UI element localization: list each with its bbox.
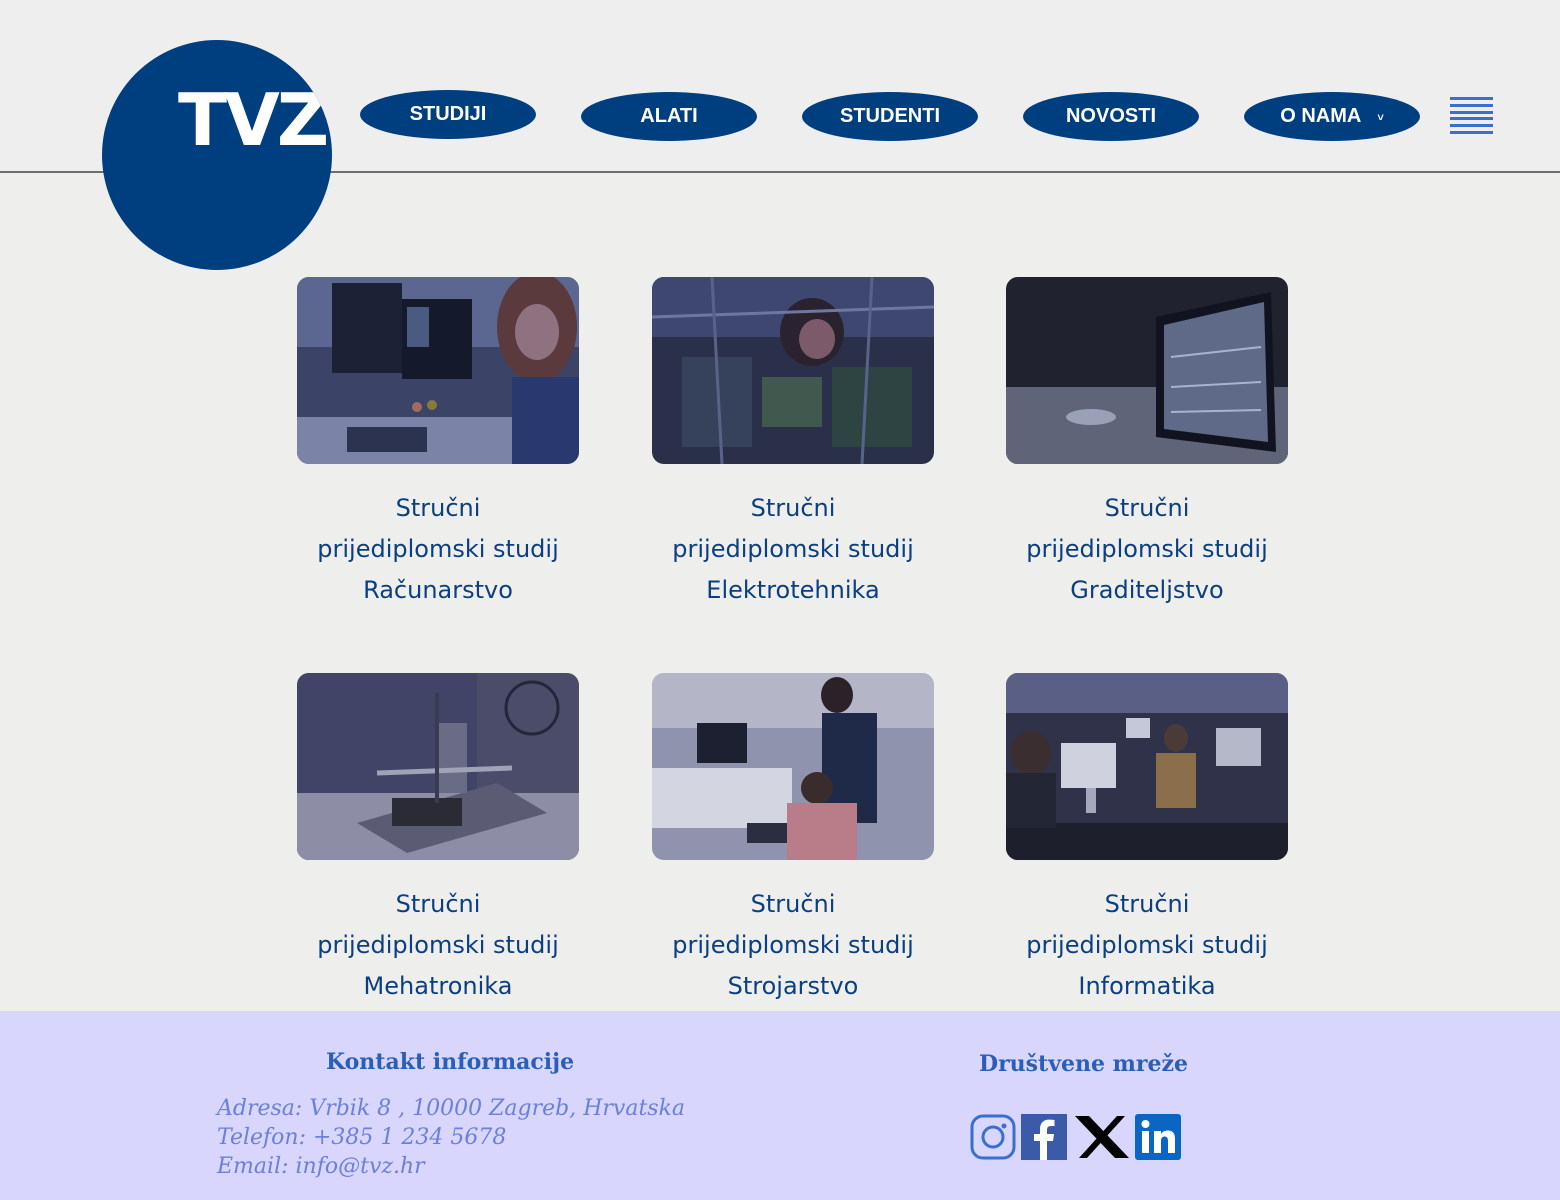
- study-image[interactable]: [652, 277, 934, 464]
- contact-phone[interactable]: Telefon: +385 1 234 5678: [217, 1123, 685, 1152]
- facebook-icon[interactable]: [1021, 1114, 1067, 1160]
- nav-alati[interactable]: ALATI: [581, 92, 757, 141]
- study-card-graditeljstvo[interactable]: Stručni prijediplomski studij Graditeljs…: [1006, 277, 1288, 611]
- study-title[interactable]: Stručni prijediplomski studij Računarstv…: [297, 488, 579, 611]
- contact-heading: Kontakt informacije: [326, 1049, 575, 1075]
- study-card-strojarstvo[interactable]: Stručni prijediplomski studij Strojarstv…: [652, 673, 934, 1007]
- study-image[interactable]: [1006, 277, 1288, 464]
- study-card-elektrotehnika[interactable]: Stručni prijediplomski studij Elektroteh…: [652, 277, 934, 611]
- study-image[interactable]: [297, 277, 579, 464]
- study-title[interactable]: Stručni prijediplomski studij Elektroteh…: [652, 488, 934, 611]
- study-title[interactable]: Stručni prijediplomski studij Graditeljs…: [1006, 488, 1288, 611]
- study-title[interactable]: Stručni prijediplomski studij Mehatronik…: [297, 884, 579, 1007]
- contact-address: Adresa: Vrbik 8 , 10000 Zagreb, Hrvatska: [217, 1096, 686, 1121]
- study-image[interactable]: [652, 673, 934, 860]
- study-title[interactable]: Stručni prijediplomski studij Strojarstv…: [652, 884, 934, 1007]
- study-image[interactable]: [297, 673, 579, 860]
- contact-email[interactable]: Email: info@tvz.hr: [217, 1152, 685, 1181]
- study-title[interactable]: Stručni prijediplomski studij Informatik…: [1006, 884, 1288, 1007]
- social-heading: Društvene mreže: [979, 1051, 1188, 1077]
- contact-info: Adresa: Vrbik 8 , 10000 Zagreb, Hrvatska…: [217, 1094, 685, 1181]
- hamburger-menu-icon[interactable]: [1450, 97, 1493, 134]
- study-card-mehatronika[interactable]: Stručni prijediplomski studij Mehatronik…: [297, 673, 579, 1007]
- nav-label: ALATI: [640, 105, 698, 127]
- chevron-down-icon: ˅: [1377, 111, 1384, 124]
- study-card-racunarstvo[interactable]: Stručni prijediplomski studij Računarstv…: [297, 277, 579, 611]
- nav-label: STUDIJI: [409, 103, 487, 125]
- site-footer: Kontakt informacije Adresa: Vrbik 8 , 10…: [0, 1011, 1560, 1200]
- nav-studiji[interactable]: STUDIJI: [360, 90, 536, 139]
- nav-label: O NAMA: [1280, 105, 1362, 127]
- nav-novosti[interactable]: NOVOSTI: [1023, 92, 1199, 141]
- linkedin-icon[interactable]: [1135, 1114, 1181, 1160]
- logo-text: TVZ: [178, 78, 329, 162]
- nav-o-nama[interactable]: O NAMA ˅: [1244, 92, 1420, 141]
- nav-label: STUDENTI: [840, 105, 940, 127]
- x-icon[interactable]: [1073, 1114, 1131, 1160]
- nav-label: NOVOSTI: [1065, 105, 1156, 127]
- study-card-informatika[interactable]: Stručni prijediplomski studij Informatik…: [1006, 673, 1288, 1007]
- nav-studenti[interactable]: STUDENTI: [802, 92, 978, 141]
- tvz-logo[interactable]: TVZ: [102, 40, 332, 270]
- instagram-icon[interactable]: [970, 1114, 1016, 1160]
- study-image[interactable]: [1006, 673, 1288, 860]
